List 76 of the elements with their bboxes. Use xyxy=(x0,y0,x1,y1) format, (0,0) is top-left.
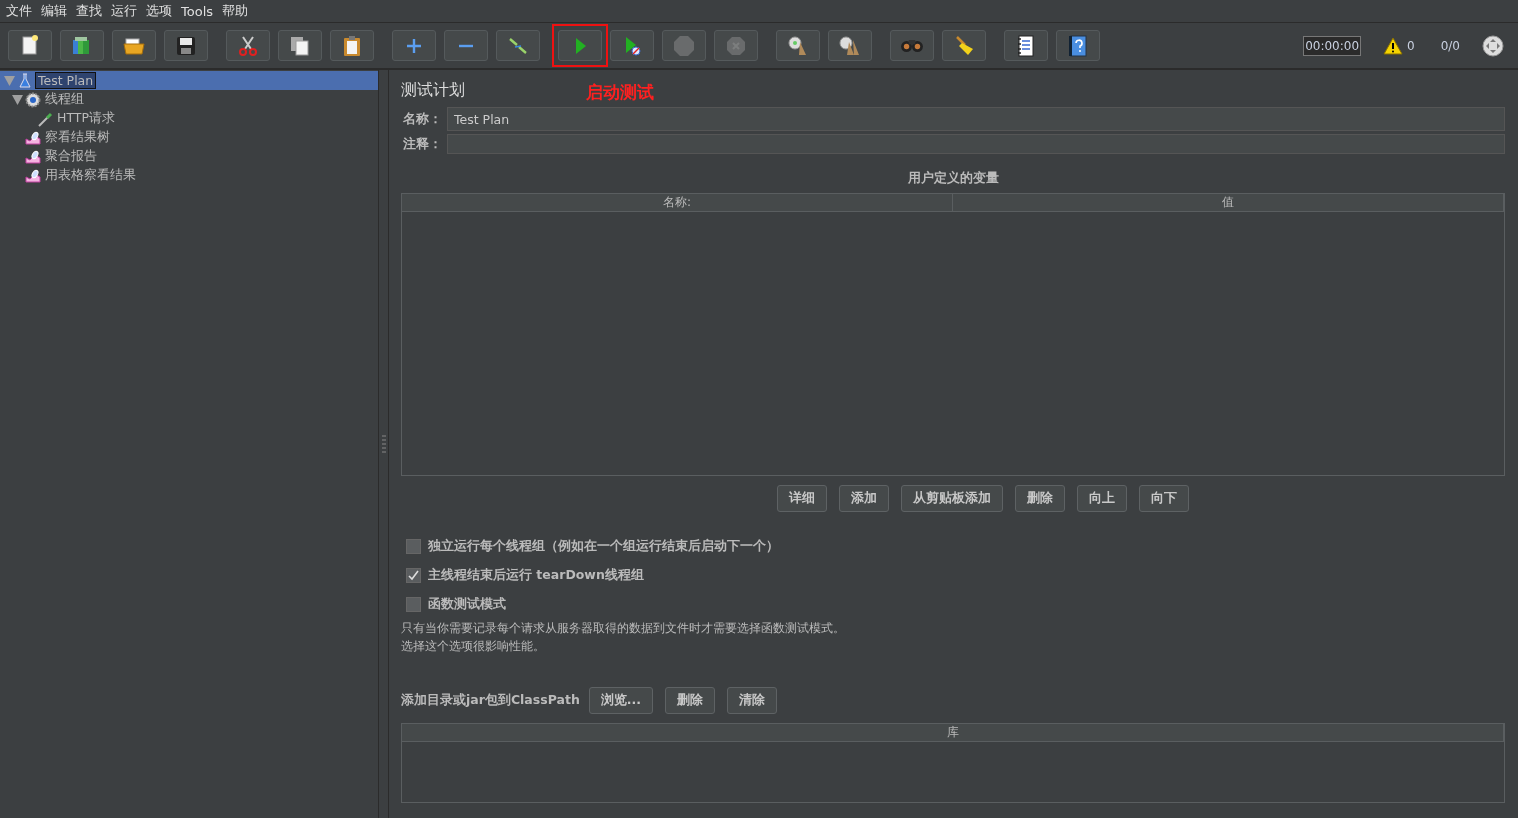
help-book-icon xyxy=(1066,33,1090,58)
tree-item[interactable]: HTTP请求 xyxy=(24,109,378,128)
comment-field[interactable] xyxy=(447,134,1505,154)
tree-item[interactable]: Test Plan xyxy=(0,71,378,90)
minus-icon xyxy=(459,43,473,48)
option-label: 函数测试模式 xyxy=(428,596,506,613)
binoculars-icon xyxy=(901,39,923,52)
action-button[interactable]: 向下 xyxy=(1139,485,1189,512)
toolbar-button[interactable] xyxy=(330,30,374,61)
menu-item[interactable]: 文件 xyxy=(4,2,39,20)
annotation-label: 启动测试 xyxy=(586,81,654,104)
option-label: 主线程结束后运行 tearDown线程组 xyxy=(428,567,644,584)
toolbar-button[interactable] xyxy=(8,30,52,61)
hint-text: 只有当你需要记录每个请求从服务器取得的数据到文件时才需要选择函数测试模式。 xyxy=(401,620,846,637)
toolbar-button[interactable] xyxy=(828,30,872,61)
action-button[interactable]: 浏览... xyxy=(588,687,654,714)
tree-item[interactable]: 线程组 xyxy=(12,90,378,109)
tree-label: Test Plan xyxy=(35,72,97,89)
option-checkbox[interactable]: 函数测试模式 xyxy=(401,590,1505,619)
action-button[interactable]: 清除 xyxy=(727,687,778,714)
menu-item[interactable]: 选项 xyxy=(144,2,179,20)
menu-item[interactable]: 运行 xyxy=(109,2,144,20)
thread-count: 0/0 xyxy=(1440,38,1460,53)
gear-icon xyxy=(25,91,41,108)
checkbox[interactable] xyxy=(406,597,421,612)
menu-item[interactable]: 查找 xyxy=(74,2,109,20)
action-button[interactable]: 删除 xyxy=(1015,485,1065,512)
tree-item[interactable]: 察看结果树 xyxy=(12,128,378,147)
toolbar-button[interactable] xyxy=(278,30,322,61)
column-header[interactable]: 值 xyxy=(953,194,1504,211)
checkbox[interactable] xyxy=(406,539,421,554)
toolbar-button[interactable] xyxy=(1056,30,1100,61)
classpath-label: 添加目录或jar包到ClassPath xyxy=(401,692,580,709)
action-button[interactable]: 从剪贴板添加 xyxy=(901,485,1003,512)
section-title: 用户定义的变量 xyxy=(906,170,1000,187)
hint-text: 选择这个选项很影响性能。 xyxy=(401,638,546,655)
elapsed-time: 00:00:00 xyxy=(1303,35,1362,56)
warning-count: 0 xyxy=(1407,38,1415,53)
flask-icon xyxy=(17,72,33,89)
column-header[interactable]: 名称: xyxy=(402,194,953,211)
toolbar-button[interactable] xyxy=(776,30,820,61)
toolbar-button[interactable] xyxy=(942,30,986,61)
toolbar-button[interactable] xyxy=(164,30,208,61)
checkbox[interactable] xyxy=(406,568,421,583)
menu-item[interactable]: Tools xyxy=(179,3,221,19)
name-field[interactable]: Test Plan xyxy=(447,107,1505,131)
menu-item[interactable]: 编辑 xyxy=(39,2,74,20)
tree-label: 线程组 xyxy=(44,91,85,108)
option-checkbox[interactable]: 主线程结束后运行 tearDown线程组 xyxy=(401,561,1505,590)
action-button[interactable]: 删除 xyxy=(665,687,716,714)
tree-item[interactable]: 用表格察看结果 xyxy=(12,166,378,185)
chart-icon xyxy=(25,129,41,146)
expanded-arrow-icon[interactable] xyxy=(12,94,23,105)
pipette-icon xyxy=(37,110,53,127)
tree-label: HTTP请求 xyxy=(56,110,116,127)
stop-sign-icon xyxy=(672,33,696,58)
tree-item[interactable]: 聚合报告 xyxy=(12,147,378,166)
tree-label: 聚合报告 xyxy=(44,148,98,165)
option-label: 独立运行每个线程组（例如在一个组运行结束后启动下一个） xyxy=(428,538,779,555)
action-button[interactable]: 添加 xyxy=(839,485,889,512)
tree-label: 察看结果树 xyxy=(44,129,111,146)
chart-icon xyxy=(25,148,41,165)
column-header[interactable]: 库 xyxy=(402,724,1504,741)
splitter-grip-icon[interactable] xyxy=(381,435,386,453)
tree-label: 用表格察看结果 xyxy=(44,167,137,184)
menu-item[interactable]: 帮助 xyxy=(220,2,256,20)
warning-icon xyxy=(1383,36,1404,55)
action-button[interactable]: 详细 xyxy=(777,485,827,512)
option-checkbox[interactable]: 独立运行每个线程组（例如在一个组运行结束后启动下一个） xyxy=(401,532,1505,561)
toolbar-button[interactable] xyxy=(1004,30,1048,61)
action-button[interactable]: 向上 xyxy=(1077,485,1127,512)
toolbar-button[interactable] xyxy=(112,30,156,61)
field-label: 名称： xyxy=(402,110,443,128)
chart-icon xyxy=(25,167,41,184)
field-label: 注释： xyxy=(402,135,443,153)
panel-title: 测试计划 xyxy=(401,80,465,101)
